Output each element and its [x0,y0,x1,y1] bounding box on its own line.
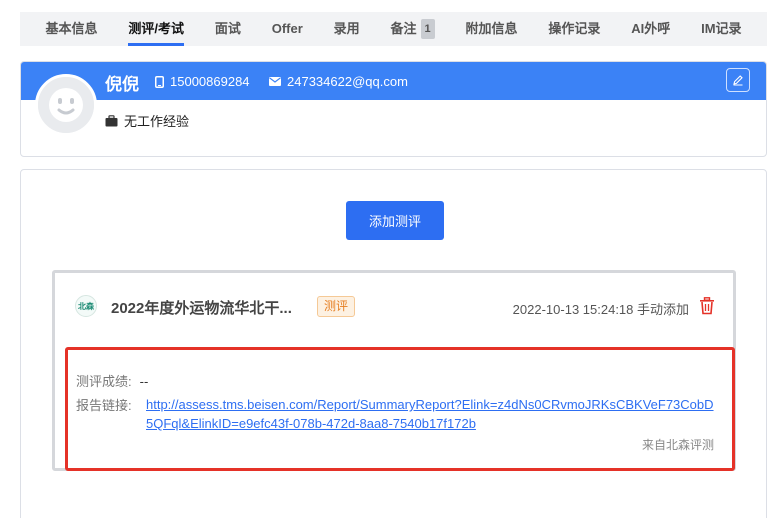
score-value: -- [139,374,149,389]
tab-assessment-exam[interactable]: 测评/考试 [128,12,184,46]
work-experience-text: 无工作经验 [124,114,190,129]
mail-icon [269,77,281,86]
tab-ai-call[interactable]: AI外呼 [631,12,670,46]
tab-bar: 基本信息 测评/考试 面试 Offer 录用 备注 1 附加信息 操作记录 AI外… [20,12,767,46]
assessment-source: 来自北森评测 [641,438,714,452]
work-experience: 无工作经验 [105,111,189,130]
phone-number: 15000869284 [170,74,250,89]
avatar [35,74,97,136]
tab-additional-info[interactable]: 附加信息 [465,12,517,46]
score-row: 测评成绩: -- [76,371,148,390]
default-avatar-icon [38,77,94,133]
assessment-record-card: 北森 2022年度外运物流华北干... 测评 2022-10-13 15:24:… [52,270,736,471]
tab-im-log[interactable]: IM记录 [701,12,741,46]
briefcase-icon [105,114,118,126]
pencil-icon [733,75,743,86]
trash-icon[interactable] [699,297,715,315]
tab-operation-log[interactable]: 操作记录 [548,12,600,46]
tab-offer[interactable]: Offer [272,12,303,46]
report-link-label: 报告链接: [76,398,132,413]
candidate-profile-card: 倪倪 15000869284 247334622@qq.com 无工作经验 [20,61,767,157]
assessment-panel: 添加测评 北森 2022年度外运物流华北干... 测评 2022-10-13 1… [20,169,767,518]
add-assessment-button[interactable]: 添加测评 [346,201,444,240]
notes-count-badge: 1 [420,19,435,39]
candidate-phone: 15000869284 [155,74,250,89]
email-address: 247334622@qq.com [287,74,408,89]
assessment-time: 2022-10-13 15:24:18 手动添加 [512,302,689,317]
report-link[interactable]: http://assess.tms.beisen.com/Report/Summ… [146,395,716,433]
beisen-logo-text: 北森 [78,301,94,311]
tab-interview[interactable]: 面试 [215,12,241,46]
beisen-logo-icon: 北森 [75,295,97,317]
tab-notes[interactable]: 备注 1 [391,12,435,46]
report-link-row: 报告链接: http://assess.tms.beisen.com/Repor… [76,395,726,433]
candidate-email: 247334622@qq.com [269,74,408,89]
assessment-title: 2022年度外运物流华北干... [111,300,292,317]
edit-profile-button[interactable] [726,68,750,92]
phone-icon [155,75,164,88]
candidate-name: 倪倪 [105,75,139,94]
tab-basic-info[interactable]: 基本信息 [45,12,97,46]
assessment-details-highlight: 测评成绩: -- 报告链接: http://assess.tms.beisen.c… [65,347,735,471]
score-label: 测评成绩: [76,374,132,389]
assessment-tag: 测评 [317,296,356,317]
profile-header-band: 倪倪 15000869284 247334622@qq.com [21,62,766,100]
tab-hire[interactable]: 录用 [334,12,360,46]
